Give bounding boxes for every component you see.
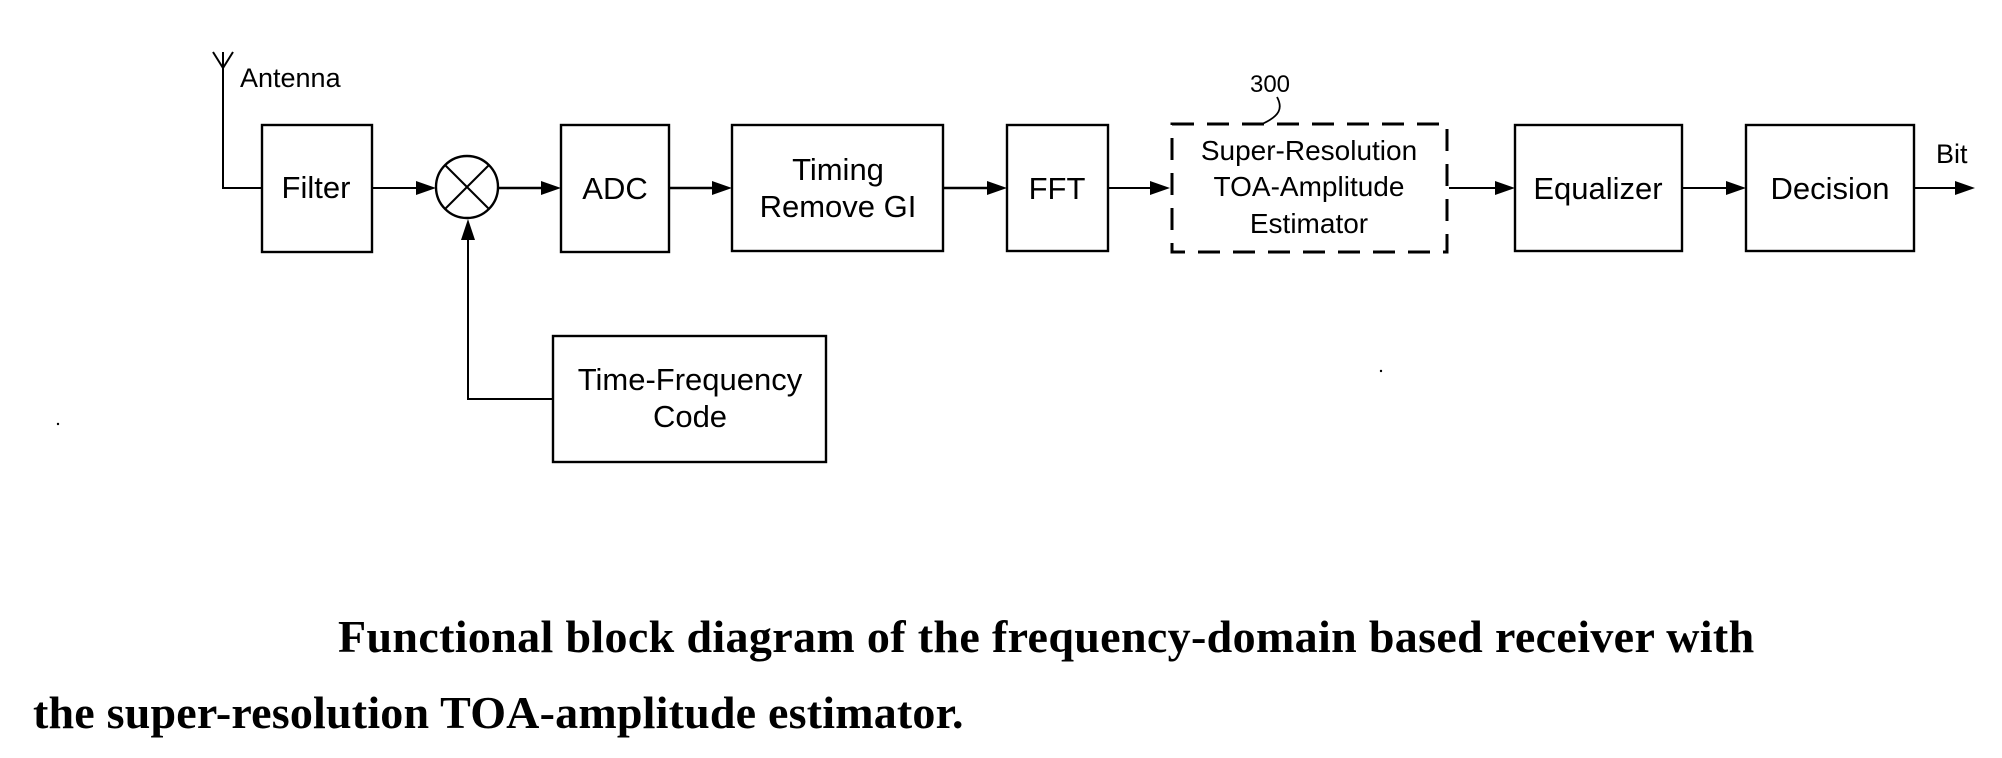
tfcode-label-line2: Code xyxy=(653,399,727,434)
arrow-equalizer-to-decision xyxy=(1682,181,1746,195)
timing-label-line1: Timing xyxy=(792,152,884,187)
estimator-label-line1: Super-Resolution xyxy=(1201,135,1417,166)
adc-label: ADC xyxy=(582,171,647,206)
decision-label: Decision xyxy=(1771,171,1890,206)
multiplier-icon xyxy=(434,154,500,220)
filter-label: Filter xyxy=(282,170,351,205)
figure-caption-line1: Functional block diagram of the frequenc… xyxy=(338,611,1755,662)
arrow-adc-to-timing xyxy=(669,181,732,195)
figure-caption-line2: the super-resolution TOA-amplitude estim… xyxy=(33,687,964,738)
reference-numeral: 300 xyxy=(1250,71,1290,98)
equalizer-block: Equalizer xyxy=(1513,123,1684,253)
mixer-block xyxy=(434,154,500,220)
antenna-label: Antenna xyxy=(240,63,342,93)
estimator-label-line2: TOA-Amplitude xyxy=(1214,171,1405,202)
adc-block: ADC xyxy=(559,123,671,254)
super-resolution-estimator-block: Super-Resolution TOA-Amplitude Estimator xyxy=(1170,122,1449,254)
arrow-tfcode-to-mixer xyxy=(461,219,553,400)
arrow-decision-to-output xyxy=(1914,181,1975,195)
arrow-filter-to-mixer xyxy=(372,181,436,195)
decision-block: Decision xyxy=(1744,123,1916,253)
scan-speck xyxy=(56,422,60,426)
filter-block: Filter xyxy=(260,123,374,254)
timing-remove-gi-block: Timing Remove GI xyxy=(730,123,945,253)
equalizer-label: Equalizer xyxy=(1533,171,1662,206)
fft-block: FFT xyxy=(1005,123,1110,253)
timing-label-line2: Remove GI xyxy=(760,189,917,224)
output-label: Bit xyxy=(1936,139,1968,169)
scan-speck xyxy=(1379,369,1383,373)
estimator-label-line3: Estimator xyxy=(1250,208,1368,239)
reference-leader-line xyxy=(1261,96,1281,125)
arrow-fft-to-estimator xyxy=(1108,181,1170,195)
time-frequency-code-block: Time-Frequency Code xyxy=(551,334,828,464)
arrow-mixer-to-adc xyxy=(498,181,561,195)
fft-label: FFT xyxy=(1029,171,1086,206)
arrow-timing-to-fft xyxy=(943,181,1007,195)
tfcode-label-line1: Time-Frequency xyxy=(578,362,803,397)
arrow-estimator-to-equalizer xyxy=(1449,181,1515,195)
